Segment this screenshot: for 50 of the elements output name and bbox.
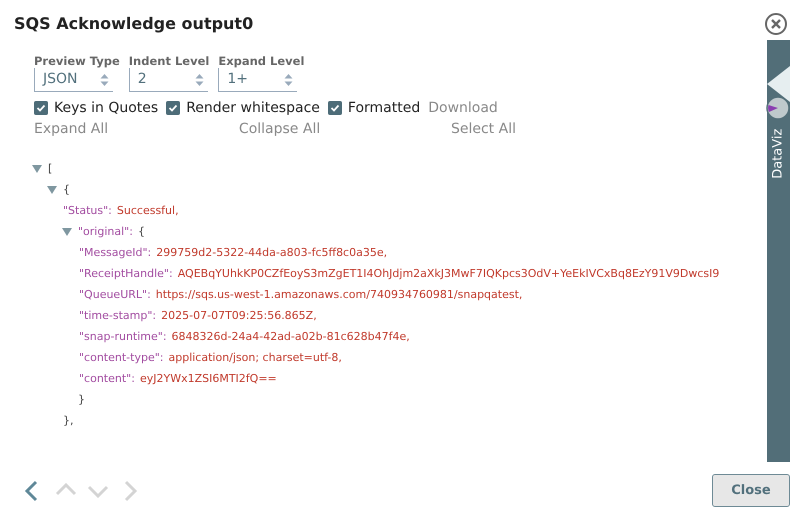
json-value: Successful, — [116, 203, 179, 219]
bracket: { — [138, 224, 145, 240]
field-label: Preview Type — [34, 54, 120, 68]
close-button[interactable]: Close — [712, 474, 790, 507]
link[interactable]: Select All — [450, 118, 516, 140]
link[interactable]: Collapse All — [238, 118, 320, 140]
checkbox[interactable] — [166, 101, 180, 115]
json-key: "content": — [79, 368, 135, 389]
bracket: }, — [63, 414, 74, 427]
spinner-arrows-icon — [100, 73, 109, 87]
select-field[interactable]: 1+ — [218, 68, 298, 92]
json-value: application/json; charset=utf-8, — [168, 350, 342, 366]
json-key: "snap-runtime": — [79, 326, 167, 347]
json-key: "time-stamp": — [79, 305, 156, 326]
json-value: AQEBqYUhkKP0CZfEoyS3mZgET1I4OhJdjm2aXkJ3MwF7IQKpcs3OdV+YeEkIVCxBq8EzY91V9DwcsI9 — [178, 266, 720, 282]
json-key: "MessageId": — [79, 242, 152, 263]
field-label: Indent Level — [128, 54, 210, 68]
bracket: { — [63, 182, 70, 198]
checkbox[interactable] — [34, 101, 48, 115]
checkbox-label: Keys in Quotes — [54, 98, 158, 118]
expanded-arrow-icon[interactable] — [62, 228, 72, 236]
json-value: 6848326d-24a4-42ad-a02b-81c628b47f4e, — [172, 329, 410, 345]
side-tab[interactable]: DataViz — [768, 128, 788, 180]
json-value: eyJ2YWx1ZSI6MTI2fQ== — [140, 371, 277, 387]
json-key: "content-type": — [79, 347, 164, 368]
checkbox-label: Formatted — [348, 98, 420, 118]
select-field[interactable]: 2 — [128, 68, 208, 92]
field-label: Expand Level — [218, 54, 304, 68]
pie-chart-icon — [766, 96, 790, 120]
json-value: 299759d2-5322-44da-a803-fc5ff8c0a35e, — [156, 245, 388, 261]
link[interactable]: Expand All — [34, 118, 108, 140]
json-key: "Status": — [63, 200, 112, 221]
json-key: "ReceiptHandle": — [79, 263, 173, 284]
json-key: "QueueURL": — [79, 284, 151, 305]
download-link[interactable]: Download — [428, 98, 498, 118]
notch-icon — [767, 66, 790, 102]
expanded-arrow-icon[interactable] — [32, 164, 42, 172]
checkbox[interactable] — [328, 101, 342, 115]
select-field[interactable]: JSON — [34, 68, 113, 92]
spinner-arrows-icon — [284, 73, 294, 87]
expanded-arrow-icon[interactable] — [47, 186, 57, 194]
json-value: 2025-07-07T09:25:56.865Z, — [161, 308, 317, 324]
bracket: [ — [48, 161, 52, 177]
checkbox-label: Render whitespace — [186, 98, 320, 118]
window-title: SQS Acknowledge output0 — [14, 13, 254, 35]
json-key: "original": — [78, 221, 133, 242]
close-icon[interactable] — [764, 12, 788, 36]
json-value: https://sqs.us-west-1.amazonaws.com/740934760981/snapqatest, — [156, 287, 522, 303]
bracket: } — [78, 393, 85, 406]
spinner-arrows-icon — [194, 73, 204, 87]
